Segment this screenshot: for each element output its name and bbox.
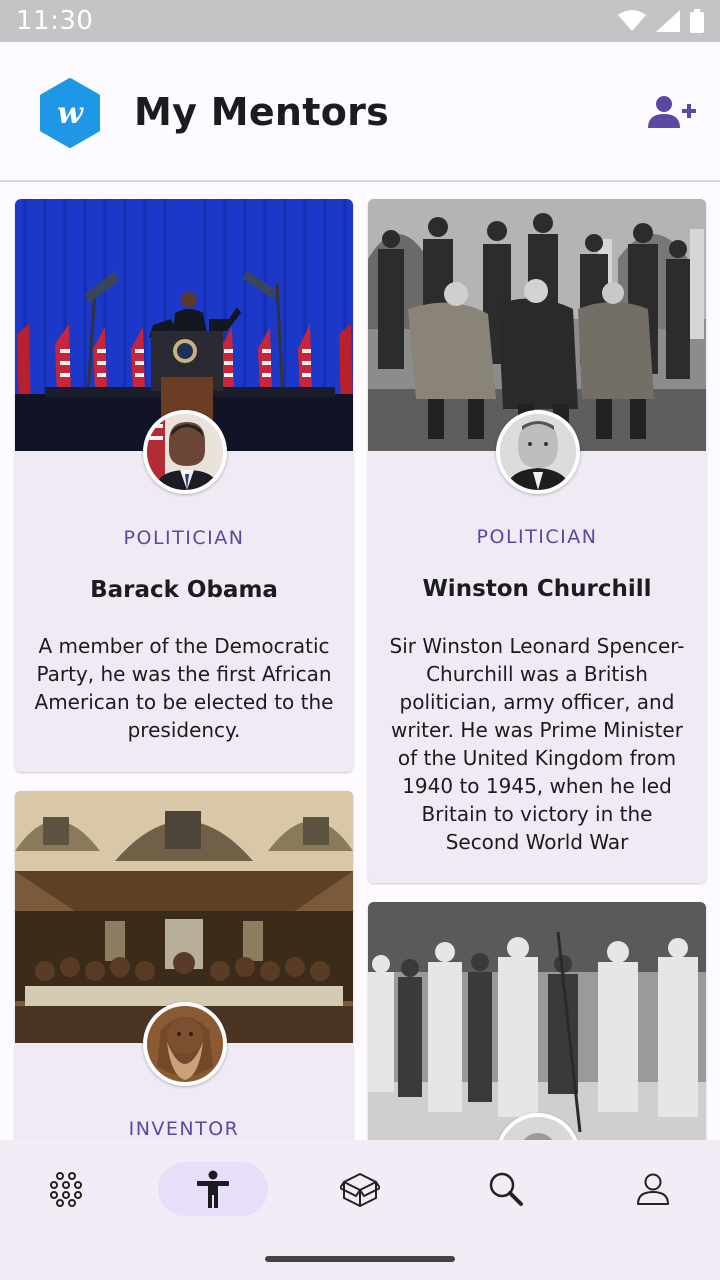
mentor-card-churchill[interactable]: POLITICIAN Winston Churchill Sir Winston…: [368, 199, 706, 883]
status-time: 11:30: [16, 6, 94, 36]
wifi-icon: [618, 10, 646, 31]
logo-letter: w: [57, 96, 84, 131]
nav-item-mentors[interactable]: [158, 1162, 268, 1216]
cell-signal-icon: [656, 10, 680, 32]
nav-item-search[interactable]: [451, 1162, 561, 1216]
battery-icon: [690, 9, 704, 33]
mentor-card-inventor[interactable]: INVENTOR: [15, 791, 353, 1140]
nav-item-resources[interactable]: [305, 1162, 415, 1216]
avatar: [143, 410, 227, 494]
card-description: A member of the Democratic Party, he was…: [34, 634, 334, 742]
box-icon: [340, 1173, 380, 1207]
mentor-feed[interactable]: POLITICIAN Barack Obama A member of the …: [0, 184, 720, 1140]
app-bar: w My Mentors: [0, 42, 720, 182]
person-accessibility-icon: [197, 1170, 229, 1208]
avatar: [143, 1002, 227, 1086]
mentor-card-march[interactable]: [368, 902, 706, 1140]
status-bar: 11:30: [0, 0, 720, 42]
nav-item-explore[interactable]: [11, 1162, 121, 1216]
grid-dots-icon: [50, 1172, 82, 1207]
card-name: Barack Obama: [90, 577, 278, 603]
profile-icon: [637, 1173, 669, 1205]
card-category: POLITICIAN: [476, 526, 598, 548]
status-icons: [618, 9, 704, 33]
card-category: POLITICIAN: [123, 527, 245, 549]
card-image-salt-march: [368, 902, 706, 1140]
add-person-icon[interactable]: [646, 94, 696, 130]
nav-item-profile[interactable]: [598, 1162, 708, 1216]
page-title: My Mentors: [134, 90, 390, 134]
card-name: Winston Churchill: [422, 576, 652, 602]
mentor-card-obama[interactable]: POLITICIAN Barack Obama A member of the …: [15, 199, 353, 772]
home-indicator[interactable]: [265, 1256, 455, 1262]
search-icon: [489, 1172, 523, 1206]
app-logo: w: [40, 78, 100, 148]
avatar: [496, 410, 580, 494]
card-category: INVENTOR: [128, 1118, 240, 1140]
card-description: Sir Winston Leonard Spencer-Churchill wa…: [389, 634, 685, 854]
